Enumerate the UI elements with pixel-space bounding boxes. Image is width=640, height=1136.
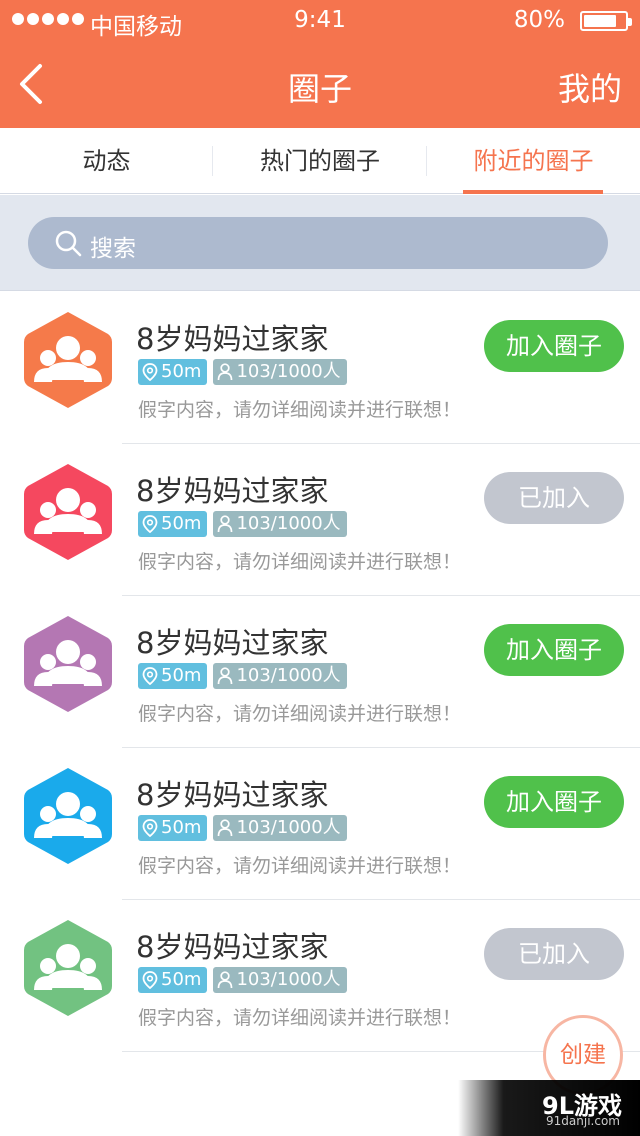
location-pin-icon — [142, 819, 158, 837]
circle-tags: 50m 103/1000人 — [138, 359, 347, 385]
search-input[interactable]: 搜索 — [28, 217, 608, 269]
list-item[interactable]: 8岁妈妈过家家 50m 103/1000人 假字内容，请勿详细阅读并进行联想！ … — [0, 900, 640, 1052]
circle-description: 假字内容，请勿详细阅读并进行联想！ — [138, 1007, 462, 1029]
members-badge: 103/1000人 — [213, 815, 347, 841]
circle-name: 8岁妈妈过家家 — [136, 474, 329, 508]
circle-name: 8岁妈妈过家家 — [136, 626, 329, 660]
location-pin-icon — [142, 971, 158, 989]
members-text: 103/1000人 — [236, 817, 341, 838]
members-badge: 103/1000人 — [213, 967, 347, 993]
status-bar: 中国移动 9:41 80% — [0, 0, 640, 40]
distance-badge: 50m — [138, 967, 208, 993]
location-pin-icon — [142, 667, 158, 685]
members-badge: 103/1000人 — [213, 663, 347, 689]
circle-tags: 50m 103/1000人 — [138, 967, 347, 993]
person-icon — [218, 363, 233, 381]
joined-button[interactable]: 已加入 — [484, 928, 624, 980]
distance-badge: 50m — [138, 663, 208, 689]
members-text: 103/1000人 — [236, 361, 341, 382]
group-avatar-icon — [24, 616, 112, 712]
distance-badge: 50m — [138, 511, 208, 537]
tab-nearby-circles[interactable]: 附近的圈子 — [427, 128, 640, 194]
circle-name: 8岁妈妈过家家 — [136, 930, 329, 964]
members-text: 103/1000人 — [236, 665, 341, 686]
location-pin-icon — [142, 515, 158, 533]
members-badge: 103/1000人 — [213, 511, 347, 537]
person-icon — [218, 819, 233, 837]
distance-text: 50m — [161, 361, 202, 382]
watermark-url: 91danji.com — [546, 1114, 620, 1128]
group-avatar-icon — [24, 768, 112, 864]
distance-badge: 50m — [138, 815, 208, 841]
list-item[interactable]: 8岁妈妈过家家 50m 103/1000人 假字内容，请勿详细阅读并进行联想！ … — [0, 444, 640, 596]
circle-description: 假字内容，请勿详细阅读并进行联想！ — [138, 551, 462, 573]
members-text: 103/1000人 — [236, 513, 341, 534]
battery-icon — [580, 11, 632, 31]
distance-text: 50m — [161, 817, 202, 838]
tab-updates[interactable]: 动态 — [0, 128, 213, 194]
circle-description: 假字内容，请勿详细阅读并进行联想！ — [138, 399, 462, 421]
distance-text: 50m — [161, 665, 202, 686]
search-placeholder: 搜索 — [90, 236, 136, 262]
tab-bar: 动态 热门的圈子 附近的圈子 — [0, 128, 640, 194]
circle-name: 8岁妈妈过家家 — [136, 322, 329, 356]
join-circle-button[interactable]: 加入圈子 — [484, 320, 624, 372]
circle-name: 8岁妈妈过家家 — [136, 778, 329, 812]
distance-text: 50m — [161, 513, 202, 534]
join-circle-button[interactable]: 加入圈子 — [484, 624, 624, 676]
members-text: 103/1000人 — [236, 969, 341, 990]
distance-badge: 50m — [138, 359, 208, 385]
joined-button[interactable]: 已加入 — [484, 472, 624, 524]
circle-tags: 50m 103/1000人 — [138, 511, 347, 537]
person-icon — [218, 971, 233, 989]
nav-bar: 圈子 我的 — [0, 40, 640, 128]
tab-popular-circles[interactable]: 热门的圈子 — [213, 128, 427, 194]
circle-tags: 50m 103/1000人 — [138, 815, 347, 841]
list-item[interactable]: 8岁妈妈过家家 50m 103/1000人 假字内容，请勿详细阅读并进行联想！ … — [0, 596, 640, 748]
location-pin-icon — [142, 363, 158, 381]
active-tab-indicator — [463, 190, 603, 194]
circle-description: 假字内容，请勿详细阅读并进行联想！ — [138, 855, 462, 877]
header: 中国移动 9:41 80% 圈子 我的 — [0, 0, 640, 128]
group-avatar-icon — [24, 312, 112, 408]
group-avatar-icon — [24, 920, 112, 1016]
search-icon — [55, 230, 82, 257]
my-button[interactable]: 我的 — [558, 64, 622, 110]
battery-percent: 80% — [513, 7, 565, 33]
search-area: 搜索 — [0, 195, 640, 291]
join-circle-button[interactable]: 加入圈子 — [484, 776, 624, 828]
circle-description: 假字内容，请勿详细阅读并进行联想！ — [138, 703, 462, 725]
person-icon — [218, 515, 233, 533]
distance-text: 50m — [161, 969, 202, 990]
members-badge: 103/1000人 — [213, 359, 347, 385]
watermark: 9L游戏 91danji.com — [458, 1080, 640, 1136]
circle-tags: 50m 103/1000人 — [138, 663, 347, 689]
list-item[interactable]: 8岁妈妈过家家 50m 103/1000人 假字内容，请勿详细阅读并进行联想！ … — [0, 292, 640, 444]
person-icon — [218, 667, 233, 685]
group-avatar-icon — [24, 464, 112, 560]
list-item[interactable]: 8岁妈妈过家家 50m 103/1000人 假字内容，请勿详细阅读并进行联想！ … — [0, 748, 640, 900]
page-title: 圈子 — [287, 70, 352, 108]
